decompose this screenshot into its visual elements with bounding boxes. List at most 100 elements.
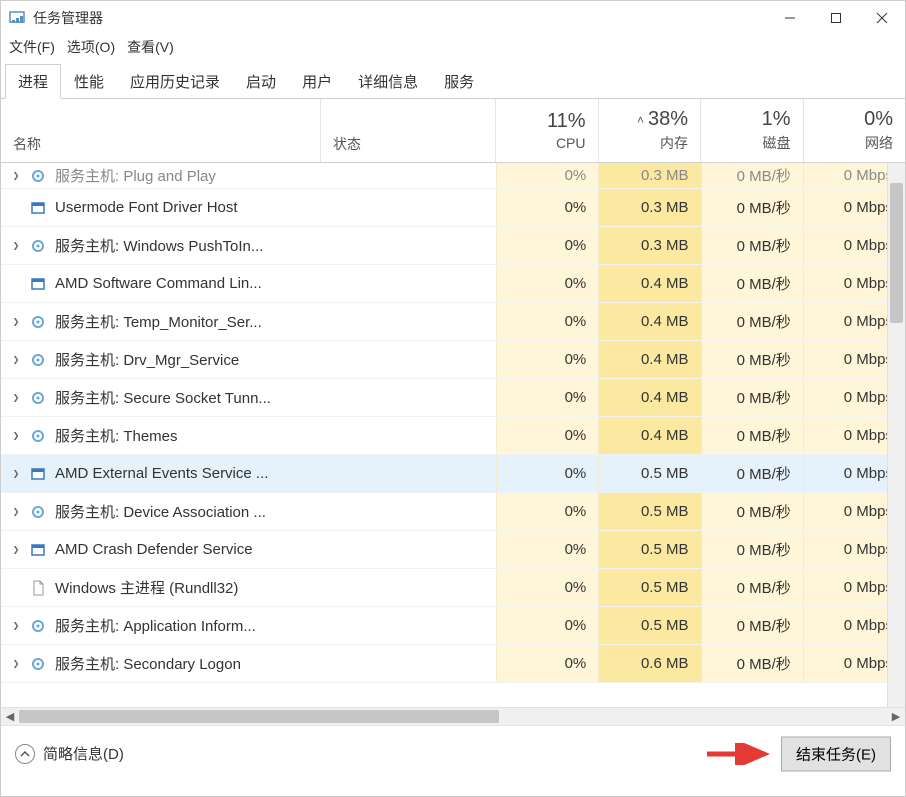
process-disk: 0 MB/秒	[701, 417, 803, 454]
process-memory: 0.4 MB	[598, 379, 700, 416]
scroll-right-icon[interactable]: ▶	[887, 710, 905, 723]
menu-options[interactable]: 选项(O)	[67, 37, 115, 57]
expand-icon[interactable]: ❯	[9, 467, 23, 480]
expand-icon[interactable]: ❯	[9, 169, 23, 182]
process-disk: 0 MB/秒	[701, 493, 803, 530]
process-disk: 0 MB/秒	[701, 189, 803, 226]
column-disk[interactable]: 1% 磁盘	[701, 99, 804, 162]
scrollbar-thumb[interactable]	[890, 183, 903, 323]
process-cpu: 0%	[496, 607, 598, 644]
process-name: 服务主机: Secondary Logon	[55, 653, 241, 674]
process-memory: 0.4 MB	[598, 265, 700, 302]
process-list[interactable]: ❯服务主机: Plug and Play0%0.3 MB0 MB/秒0 Mbps…	[1, 163, 905, 707]
horizontal-scrollbar[interactable]: ◀ ▶	[1, 707, 905, 725]
process-name: 服务主机: Temp_Monitor_Ser...	[55, 311, 262, 332]
process-icon	[29, 275, 47, 293]
process-cpu: 0%	[496, 227, 598, 264]
expand-icon[interactable]: ❯	[9, 429, 23, 442]
menu-view[interactable]: 查看(V)	[127, 37, 174, 57]
expand-icon[interactable]: ❯	[9, 619, 23, 632]
process-icon	[29, 199, 47, 217]
process-row[interactable]: Usermode Font Driver Host0%0.3 MB0 MB/秒0…	[1, 189, 905, 227]
expand-icon[interactable]: ❯	[9, 505, 23, 518]
process-name: 服务主机: Device Association ...	[55, 501, 266, 522]
process-row[interactable]: ❯ 服务主机: Secure Socket Tunn... 0%0.4 MB0 MB…	[1, 379, 905, 417]
expand-icon[interactable]: ❯	[9, 239, 23, 252]
fewer-details-button[interactable]: 简略信息(D)	[15, 743, 124, 764]
process-disk: 0 MB/秒	[701, 341, 803, 378]
app-icon	[9, 10, 25, 26]
process-row[interactable]: ❯AMD Crash Defender Service0%0.5 MB0 MB/…	[1, 531, 905, 569]
minimize-button[interactable]	[767, 3, 813, 33]
process-name: AMD External Events Service ...	[55, 465, 268, 482]
process-icon	[29, 351, 47, 369]
process-cpu: 0%	[496, 569, 598, 606]
process-icon	[29, 617, 47, 635]
process-disk: 0 MB/秒	[701, 379, 803, 416]
process-icon	[29, 579, 47, 597]
tab-4[interactable]: 用户	[289, 64, 345, 99]
process-row[interactable]: ❯服务主机: Plug and Play0%0.3 MB0 MB/秒0 Mbps	[1, 163, 905, 189]
column-memory[interactable]: ˄38% 内存	[599, 99, 702, 162]
process-icon	[29, 313, 47, 331]
process-cpu: 0%	[496, 341, 598, 378]
hscroll-thumb[interactable]	[19, 710, 499, 723]
process-row[interactable]: ❯服务主机: Temp_Monitor_Ser...0%0.4 MB0 MB/秒…	[1, 303, 905, 341]
titlebar: 任务管理器	[1, 1, 905, 35]
process-disk: 0 MB/秒	[701, 455, 803, 492]
process-cpu: 0%	[496, 645, 598, 682]
column-headers: 名称 状态 11% CPU ˄38% 内存 1% 磁盘 0% 网络	[1, 99, 905, 163]
maximize-button[interactable]	[813, 3, 859, 33]
process-name: 服务主机: Application Inform...	[55, 615, 256, 636]
process-memory: 0.4 MB	[598, 303, 700, 340]
column-network[interactable]: 0% 网络	[804, 99, 906, 162]
process-cpu: 0%	[496, 493, 598, 530]
process-row[interactable]: ❯服务主机: Device Association ...0%0.5 MB0 M…	[1, 493, 905, 531]
process-memory: 0.3 MB	[598, 189, 700, 226]
column-name[interactable]: 名称	[1, 99, 321, 162]
end-task-button[interactable]: 结束任务(E)	[781, 736, 891, 771]
menu-file[interactable]: 文件(F)	[9, 37, 55, 57]
process-memory: 0.5 MB	[598, 455, 700, 492]
column-cpu[interactable]: 11% CPU	[496, 99, 599, 162]
tab-2[interactable]: 应用历史记录	[117, 64, 233, 99]
scroll-left-icon[interactable]: ◀	[1, 710, 19, 723]
process-name: 服务主机: Windows PushToIn...	[55, 235, 263, 256]
window-controls	[767, 3, 905, 33]
tab-6[interactable]: 服务	[431, 64, 487, 99]
process-row[interactable]: ❯服务主机: Secondary Logon0%0.6 MB0 MB/秒0 Mb…	[1, 645, 905, 683]
process-row[interactable]: ❯AMD External Events Service ...0%0.5 MB…	[1, 455, 905, 493]
process-cpu: 0%	[496, 303, 598, 340]
column-status[interactable]: 状态	[321, 99, 496, 162]
process-cpu: 0%	[496, 163, 598, 188]
process-disk: 0 MB/秒	[701, 607, 803, 644]
expand-icon[interactable]: ❯	[9, 543, 23, 556]
process-row[interactable]: ❯服务主机: Drv_Mgr_Service0%0.4 MB0 MB/秒0 Mb…	[1, 341, 905, 379]
process-icon	[29, 237, 47, 255]
tab-1[interactable]: 性能	[61, 64, 117, 99]
vertical-scrollbar[interactable]	[887, 163, 905, 707]
process-row[interactable]: ❯服务主机: Themes0%0.4 MB0 MB/秒0 Mbps	[1, 417, 905, 455]
process-name: 服务主机: Secure Socket Tunn...	[55, 387, 271, 408]
expand-icon[interactable]: ❯	[9, 353, 23, 366]
process-row[interactable]: ❯服务主机: Application Inform...0%0.5 MB0 MB…	[1, 607, 905, 645]
process-disk: 0 MB/秒	[701, 265, 803, 302]
process-row[interactable]: Windows 主进程 (Rundll32)0%0.5 MB0 MB/秒0 Mb…	[1, 569, 905, 607]
tab-5[interactable]: 详细信息	[345, 64, 431, 99]
expand-icon[interactable]: ❯	[9, 315, 23, 328]
process-memory: 0.6 MB	[598, 645, 700, 682]
process-row[interactable]: ❯服务主机: Windows PushToIn...0%0.3 MB0 MB/秒…	[1, 227, 905, 265]
process-memory: 0.5 MB	[598, 569, 700, 606]
tab-bar: 进程性能应用历史记录启动用户详细信息服务	[1, 63, 905, 99]
process-name: 服务主机: Themes	[55, 425, 178, 446]
expand-icon[interactable]: ❯	[9, 657, 23, 670]
tab-3[interactable]: 启动	[233, 64, 289, 99]
expand-icon[interactable]: ❯	[9, 391, 23, 404]
process-cpu: 0%	[496, 417, 598, 454]
tab-0[interactable]: 进程	[5, 64, 61, 99]
close-button[interactable]	[859, 3, 905, 33]
red-arrow-annotation	[705, 743, 775, 765]
process-cpu: 0%	[496, 379, 598, 416]
process-row[interactable]: AMD Software Command Lin...0%0.4 MB0 MB/…	[1, 265, 905, 303]
process-memory: 0.3 MB	[598, 227, 700, 264]
